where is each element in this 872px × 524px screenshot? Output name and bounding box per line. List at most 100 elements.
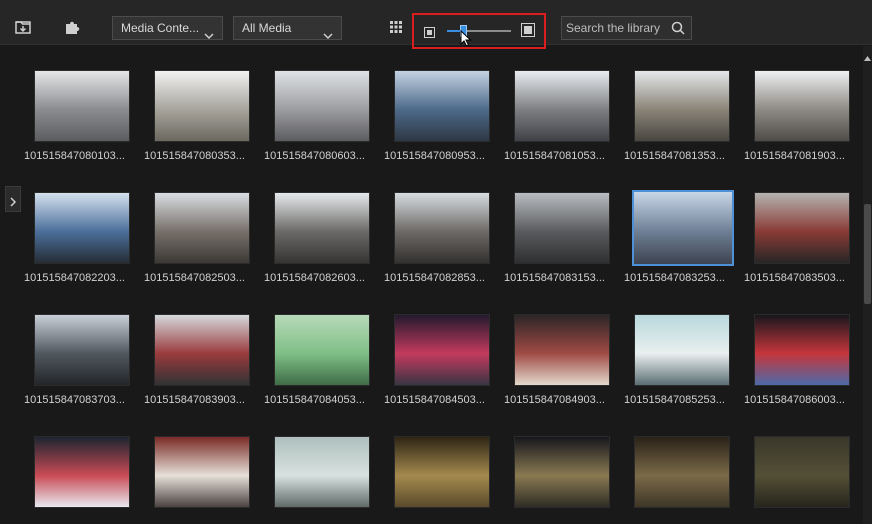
thumbnail-size-slider-track[interactable] bbox=[447, 25, 511, 37]
media-thumbnail[interactable] bbox=[274, 436, 370, 508]
media-item[interactable]: 101515847085253... bbox=[624, 290, 736, 406]
large-thumbnail-icon[interactable] bbox=[521, 23, 535, 42]
media-item-label: 101515847084503... bbox=[384, 394, 485, 406]
library-search-box bbox=[561, 16, 692, 40]
media-item[interactable]: 101515847084503... bbox=[384, 290, 496, 406]
media-item[interactable]: 101515847081353... bbox=[624, 46, 736, 162]
expand-panel-tab[interactable] bbox=[5, 186, 21, 212]
media-thumbnail[interactable] bbox=[154, 436, 250, 508]
media-thumbnail[interactable] bbox=[394, 70, 490, 142]
media-item-label: 101515847080603... bbox=[264, 150, 365, 162]
chevron-down-icon bbox=[323, 25, 333, 47]
media-item[interactable]: 101515847082503... bbox=[144, 168, 256, 284]
media-item-label: 101515847084903... bbox=[504, 394, 605, 406]
media-thumbnail[interactable] bbox=[514, 70, 610, 142]
media-thumbnail[interactable] bbox=[154, 314, 250, 386]
media-item[interactable]: 101515847080953... bbox=[384, 46, 496, 162]
media-item[interactable] bbox=[744, 412, 856, 522]
search-icon[interactable] bbox=[671, 21, 685, 40]
media-item[interactable]: 101515847083503... bbox=[744, 168, 856, 284]
media-item[interactable]: 101515847081903... bbox=[744, 46, 856, 162]
media-item-label: 101515847084053... bbox=[264, 394, 365, 406]
media-item-label: 101515847083153... bbox=[504, 272, 605, 284]
media-item[interactable] bbox=[504, 412, 616, 522]
media-thumbnail[interactable] bbox=[34, 192, 130, 264]
media-item[interactable]: 101515847082203... bbox=[24, 168, 136, 284]
small-thumbnail-icon[interactable] bbox=[424, 25, 435, 43]
media-content-dropdown-value: Media Conte... bbox=[121, 21, 200, 35]
media-item[interactable]: 101515847086003... bbox=[744, 290, 856, 406]
media-item[interactable]: 101515847084053... bbox=[264, 290, 376, 406]
media-item-label: 101515847080953... bbox=[384, 150, 485, 162]
media-thumbnail[interactable] bbox=[634, 70, 730, 142]
media-item[interactable] bbox=[264, 412, 376, 522]
media-item[interactable]: 101515847083703... bbox=[24, 290, 136, 406]
media-thumbnail[interactable] bbox=[274, 314, 370, 386]
scrollbar-thumb[interactable] bbox=[864, 204, 871, 304]
media-item[interactable] bbox=[624, 412, 736, 522]
media-item-label: 101515847085253... bbox=[624, 394, 725, 406]
media-thumbnail[interactable] bbox=[34, 436, 130, 508]
media-item[interactable] bbox=[144, 412, 256, 522]
media-item[interactable]: 101515847080353... bbox=[144, 46, 256, 162]
media-thumbnail[interactable] bbox=[754, 192, 850, 264]
media-item[interactable]: 101515847081053... bbox=[504, 46, 616, 162]
media-thumbnail[interactable] bbox=[394, 192, 490, 264]
media-item[interactable] bbox=[24, 412, 136, 522]
media-item[interactable]: 101515847084903... bbox=[504, 290, 616, 406]
media-item-label: 101515847082603... bbox=[264, 272, 365, 284]
media-item-label: 101515847081903... bbox=[744, 150, 845, 162]
media-item-label: 101515847083703... bbox=[24, 394, 125, 406]
media-thumbnail[interactable] bbox=[394, 314, 490, 386]
media-item[interactable]: 101515847080603... bbox=[264, 46, 376, 162]
media-item-label: 101515847083503... bbox=[744, 272, 845, 284]
media-thumbnail[interactable] bbox=[634, 436, 730, 508]
library-search-input[interactable] bbox=[562, 17, 668, 39]
media-thumbnail[interactable] bbox=[632, 190, 734, 266]
media-filter-dropdown-value: All Media bbox=[242, 21, 292, 35]
media-thumbnail[interactable] bbox=[754, 436, 850, 508]
media-thumbnail[interactable] bbox=[394, 436, 490, 508]
chevron-down-icon bbox=[204, 25, 214, 47]
thumbnail-size-control bbox=[412, 13, 546, 49]
media-thumbnail[interactable] bbox=[754, 70, 850, 142]
media-thumbnail[interactable] bbox=[154, 70, 250, 142]
media-thumbnail[interactable] bbox=[34, 314, 130, 386]
media-thumbnail[interactable] bbox=[154, 192, 250, 264]
media-thumbnail[interactable] bbox=[754, 314, 850, 386]
media-item-label: 101515847082203... bbox=[24, 272, 125, 284]
media-item[interactable]: 101515847082603... bbox=[264, 168, 376, 284]
puzzle-piece-icon[interactable] bbox=[61, 16, 83, 38]
media-item[interactable] bbox=[384, 412, 496, 522]
media-content-dropdown[interactable]: Media Conte... bbox=[112, 16, 223, 40]
media-item[interactable]: 101515847083903... bbox=[144, 290, 256, 406]
media-library-grid: 101515847080103... 101515847080353... 1015… bbox=[22, 46, 862, 524]
media-item[interactable]: 101515847083253... bbox=[624, 168, 736, 284]
media-item-label: 101515847081353... bbox=[624, 150, 725, 162]
chevron-right-icon bbox=[9, 194, 17, 212]
media-thumbnail[interactable] bbox=[274, 192, 370, 264]
media-item-label: 101515847083903... bbox=[144, 394, 245, 406]
media-item-label: 101515847082853... bbox=[384, 272, 485, 284]
media-thumbnail[interactable] bbox=[34, 70, 130, 142]
media-item-label: 101515847080103... bbox=[24, 150, 125, 162]
media-item-label: 101515847082503... bbox=[144, 272, 245, 284]
scroll-up-icon[interactable] bbox=[863, 50, 872, 61]
media-filter-dropdown[interactable]: All Media bbox=[233, 16, 342, 40]
media-item-label: 101515847080353... bbox=[144, 150, 245, 162]
import-media-icon[interactable] bbox=[12, 16, 34, 38]
library-scrollbar[interactable] bbox=[863, 46, 872, 524]
media-item[interactable]: 101515847080103... bbox=[24, 46, 136, 162]
grid-view-icon[interactable] bbox=[385, 16, 407, 38]
media-item[interactable]: 101515847083153... bbox=[504, 168, 616, 284]
media-item-label: 101515847083253... bbox=[624, 272, 725, 284]
media-thumbnail[interactable] bbox=[514, 314, 610, 386]
media-item[interactable]: 101515847082853... bbox=[384, 168, 496, 284]
media-thumbnail[interactable] bbox=[514, 436, 610, 508]
media-thumbnail[interactable] bbox=[634, 314, 730, 386]
media-thumbnail[interactable] bbox=[514, 192, 610, 264]
media-thumbnail[interactable] bbox=[274, 70, 370, 142]
media-item-label: 101515847086003... bbox=[744, 394, 845, 406]
media-library-window: Media Conte... All Media Search the libr… bbox=[0, 0, 872, 524]
media-item-label: 101515847081053... bbox=[504, 150, 605, 162]
